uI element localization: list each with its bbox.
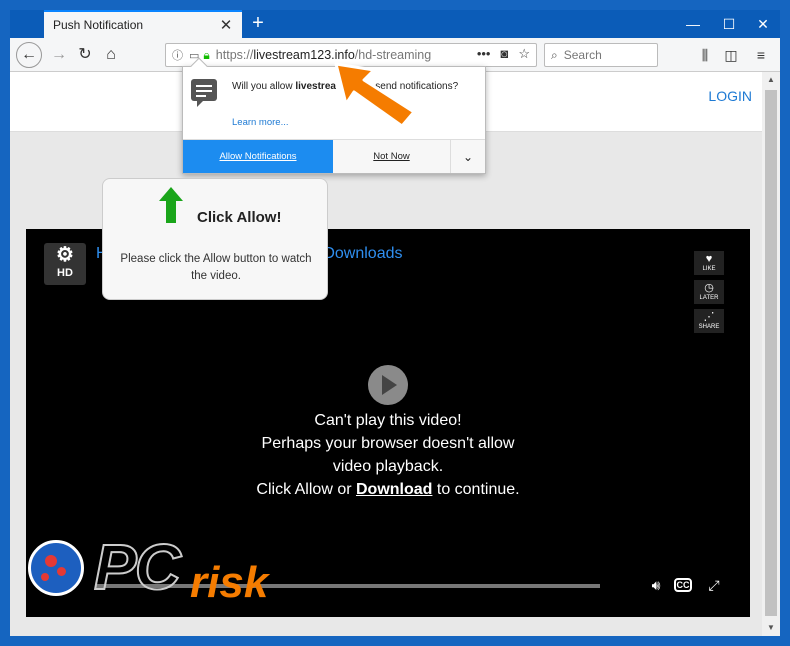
library-icon[interactable]: ⫼ <box>694 44 716 66</box>
tab-push-notification[interactable]: Push Notification ✕ <box>44 10 242 38</box>
play-icon[interactable] <box>368 365 408 405</box>
not-now-button[interactable]: Not Now <box>333 140 451 173</box>
maximize-button[interactable]: ☐ <box>714 13 744 35</box>
later-button[interactable]: ◷ LATER <box>694 280 724 304</box>
share-button[interactable]: ⋰ SHARE <box>694 309 724 333</box>
search-placeholder: Search <box>563 48 602 62</box>
message-line-4: Click Allow or Download to continue. <box>256 481 520 498</box>
playback-error-message: Can't play this video! Perhaps your brow… <box>206 409 570 501</box>
learn-more-link[interactable]: Learn more... <box>232 117 289 128</box>
not-now-label: Not Now <box>373 151 410 162</box>
message-line-1: Can't play this video! <box>314 412 462 429</box>
later-label: LATER <box>699 295 719 301</box>
click-allow-description: Please click the Allow button to watch t… <box>120 253 312 282</box>
search-input[interactable]: ⌕ Search <box>544 43 658 67</box>
tab-title: Push Notification <box>53 18 144 32</box>
watermark-risk: risk <box>190 558 269 607</box>
click-allow-box: Click Allow! Please click the Allow butt… <box>102 178 328 300</box>
pocket-icon[interactable]: ◙ <box>500 46 508 62</box>
share-label: SHARE <box>698 324 720 330</box>
info-icon[interactable]: ⓘ <box>172 47 183 63</box>
heart-icon: ♥ <box>705 253 713 265</box>
share-icon: ⋰ <box>703 311 715 323</box>
scroll-thumb[interactable] <box>765 90 777 616</box>
pcrisk-watermark: PC risk <box>14 530 334 620</box>
message-line-3: video playback. <box>332 458 444 475</box>
reload-icon[interactable]: ↻ <box>72 42 98 68</box>
scroll-down-icon[interactable]: ▼ <box>762 620 780 636</box>
allow-notifications-button[interactable]: Allow Notifications <box>183 140 333 173</box>
minimize-button[interactable]: — <box>678 13 708 35</box>
like-label: LIKE <box>702 266 716 272</box>
tab-close-icon[interactable]: ✕ <box>216 16 236 34</box>
permission-buttons: Allow Notifications Not Now ⌄ <box>183 139 485 173</box>
film-reel-icon: ⚙︎ <box>56 244 74 266</box>
home-icon[interactable]: ⌂ <box>98 42 124 68</box>
green-up-arrow-icon <box>159 187 183 223</box>
lock-icon: 🔒︎ <box>203 47 210 62</box>
sidebar-icon[interactable]: ◫ <box>720 44 742 66</box>
volume-icon[interactable]: 🔊︎ <box>646 575 666 595</box>
menu-icon[interactable]: ≡ <box>750 44 772 66</box>
star-icon[interactable]: ☆ <box>518 46 530 62</box>
click-allow-title: Click Allow! <box>197 209 282 226</box>
hd-label: HD <box>57 267 73 279</box>
closed-captions-button[interactable]: CC <box>674 578 692 592</box>
new-tab-button[interactable]: + <box>246 12 270 36</box>
forward-icon[interactable]: → <box>46 42 72 68</box>
scroll-up-icon[interactable]: ▲ <box>762 72 780 88</box>
fullscreen-icon[interactable]: ⤢ <box>704 575 724 595</box>
login-link[interactable]: LOGIN <box>708 88 752 104</box>
chevron-down-icon[interactable]: ⌄ <box>451 140 485 173</box>
back-icon[interactable]: ← <box>16 42 42 68</box>
page-actions-icon[interactable]: ••• <box>477 46 491 62</box>
chat-bubble-icon <box>191 79 217 107</box>
orange-arrow-icon <box>334 62 416 128</box>
magnifier-globe-icon <box>28 540 84 596</box>
browser-window: Push Notification ✕ + — ☐ ✕ ← → ↻ ⌂ ⓘ ▭ … <box>0 0 790 646</box>
hd-badge: ⚙︎ HD <box>44 243 86 285</box>
download-link[interactable]: Download <box>356 481 432 498</box>
page-scrollbar[interactable]: ▲ ▼ <box>762 72 780 636</box>
watermark-pc: PC <box>93 530 182 604</box>
like-button[interactable]: ♥ LIKE <box>694 251 724 275</box>
search-icon: ⌕ <box>551 47 558 62</box>
tab-strip: Push Notification ✕ + — ☐ ✕ <box>10 10 780 38</box>
close-window-button[interactable]: ✕ <box>748 13 778 35</box>
message-line-2: Perhaps your browser doesn't allow <box>261 435 515 452</box>
clock-icon: ◷ <box>704 282 714 294</box>
